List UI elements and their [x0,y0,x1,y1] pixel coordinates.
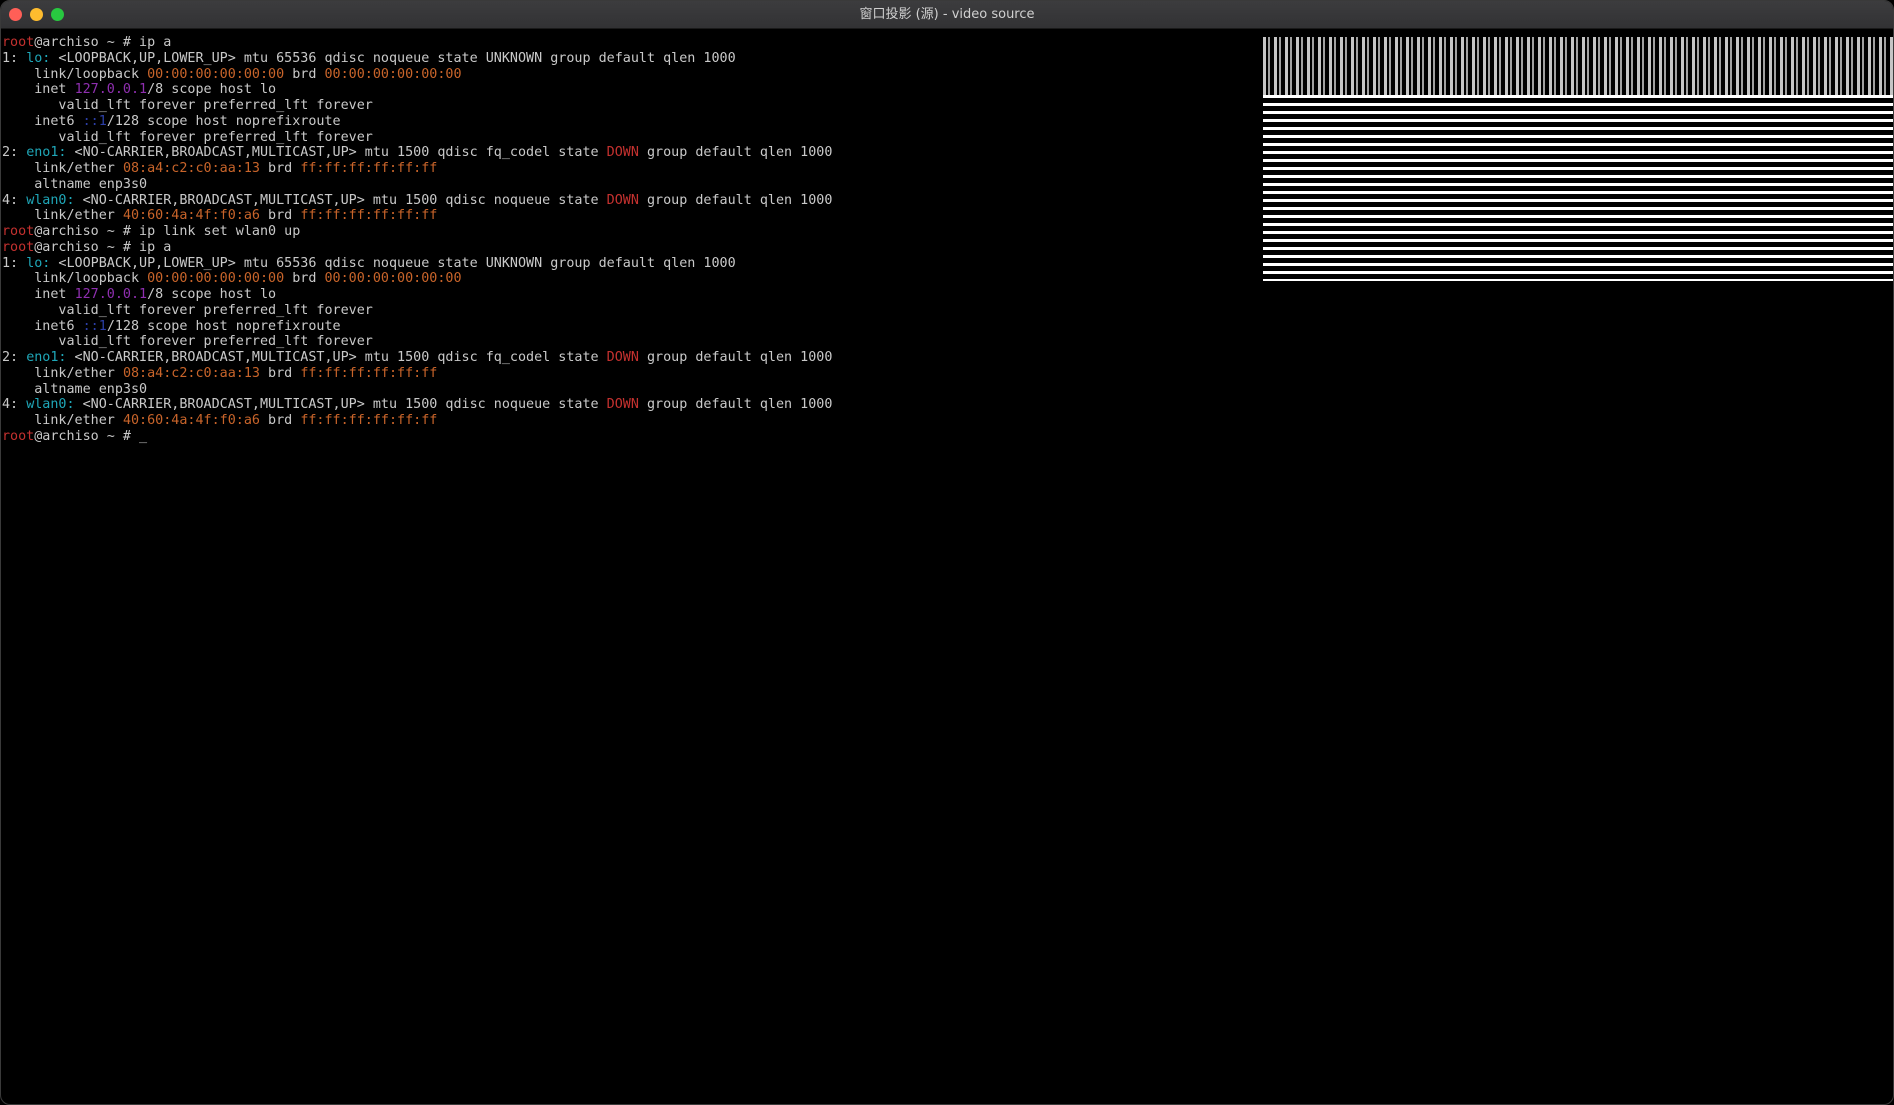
terminal-text: 127.0.0.1 [74,287,148,302]
terminal-text: group default qlen 1000 [638,192,833,208]
terminal-text: 4: [2,192,27,208]
terminal-text: root [2,428,35,444]
terminal-text: brd [284,66,325,82]
terminal-text: ff:ff:ff:ff:ff:ff [300,365,438,381]
window-title: 窗口投影 (源) - video source [859,7,1035,22]
terminal-line: inet6 ::1/128 scope host noprefixroute [2,319,1893,335]
terminal-text: DOWN [606,350,639,365]
terminal-text: /128 scope host noprefixroute [106,318,341,334]
terminal-text: <NO-CARRIER,BROADCAST,MULTICAST,UP> mtu … [74,397,607,413]
terminal-line: altname enp3s0 [2,382,1893,398]
terminal-line: link/ether 40:60:4a:4f:f0:a6 brd ff:ff:f… [2,413,1893,429]
terminal-line: valid_lft forever preferred_lft forever [2,334,1893,350]
terminal-text: eno1: [26,350,67,365]
terminal-text: DOWN [606,192,639,208]
terminal-text: link/ether [2,365,123,381]
terminal-text: valid_lft forever preferred_lft forever [2,334,373,350]
terminal-text: link/ether [2,413,123,428]
terminal-text: <NO-CARRIER,BROADCAST,MULTICAST,UP> mtu … [66,145,607,161]
terminal-text: lo: [26,50,51,66]
terminal-line: link/ether 08:a4:c2:c0:aa:13 brd ff:ff:f… [2,366,1893,382]
terminal-text: link/ether [2,208,123,224]
terminal-text: @archiso ~ # ip link set wlan0 up [34,224,301,239]
title-bar[interactable]: 窗口投影 (源) - video source [1,1,1893,29]
terminal-text: 00:00:00:00:00:00 [147,271,285,287]
terminal-text: <LOOPBACK,UP,LOWER_UP> mtu 65536 qdisc n… [50,255,736,271]
terminal-text: 4: [2,397,27,413]
terminal-text: 2: [2,145,27,161]
terminal-line: inet 127.0.0.1/8 scope host lo [2,287,1893,303]
terminal-line: 4: wlan0: <NO-CARRIER,BROADCAST,MULTICAS… [2,397,1893,413]
terminal-text: 08:a4:c2:c0:aa:13 [122,365,260,381]
terminal-text: ff:ff:ff:ff:ff:ff [300,208,438,224]
terminal-text: @archiso ~ # ip a [34,239,172,255]
preview-scanline-stripes [1263,95,1893,281]
terminal-text: root [2,224,35,239]
terminal-text: /8 scope host lo [147,287,277,302]
video-preview-thumbnail [1263,37,1893,281]
terminal-text: brd [284,271,325,287]
terminal-text: valid_lft forever preferred_lft forever [2,302,373,318]
terminal-text: ::1 [82,113,107,129]
terminal-text: 1: [2,50,27,66]
terminal-text: root [2,35,35,50]
terminal-text: <NO-CARRIER,BROADCAST,MULTICAST,UP> mtu … [74,192,607,208]
terminal-text: root [2,239,35,255]
terminal-text: brd [260,365,301,381]
terminal-text: group default qlen 1000 [638,145,833,161]
terminal-text: ff:ff:ff:ff:ff:ff [300,161,438,176]
terminal-text: 00:00:00:00:00:00 [324,271,462,287]
terminal-text: <NO-CARRIER,BROADCAST,MULTICAST,UP> mtu … [66,350,607,365]
terminal-text: eno1: [26,145,67,161]
terminal-text: 40:60:4a:4f:f0:a6 [122,208,260,224]
terminal-text: valid_lft forever preferred_lft forever [2,98,373,113]
terminal-text: brd [260,413,301,428]
terminal-text: /8 scope host lo [147,82,277,98]
terminal-text: lo: [26,255,51,271]
terminal-text: wlan0: [26,192,75,208]
terminal-text: inet [2,82,75,98]
terminal-text: inet6 [2,113,83,129]
terminal-text: 08:a4:c2:c0:aa:13 [122,161,260,176]
terminal-text: group default qlen 1000 [638,350,833,365]
terminal-text: ff:ff:ff:ff:ff:ff [300,413,438,428]
terminal-text: link/ether [2,161,123,176]
terminal-line: valid_lft forever preferred_lft forever [2,303,1893,319]
terminal-text: 00:00:00:00:00:00 [324,66,462,82]
preview-noise-band [1263,37,1893,95]
terminal-text: inet [2,287,75,302]
terminal-text: /128 scope host noprefixroute [106,113,341,129]
terminal-text: DOWN [606,397,639,413]
terminal-text: brd [260,208,301,224]
terminal-line: root@archiso ~ # _ [2,429,1893,445]
terminal-text: 1: [2,255,27,271]
terminal-text: wlan0: [26,397,75,413]
terminal-text: brd [260,161,301,176]
terminal-text: @archiso ~ # _ [34,428,148,444]
terminal-text: DOWN [606,145,639,161]
terminal-text: 40:60:4a:4f:f0:a6 [122,413,260,428]
terminal-text: link/loopback [2,66,148,82]
terminal-text: ::1 [82,318,107,334]
terminal-text: 00:00:00:00:00:00 [147,66,285,82]
terminal-text: inet6 [2,318,83,334]
terminal-text: 127.0.0.1 [74,82,148,98]
terminal-text: valid_lft forever preferred_lft forever [2,129,373,145]
terminal-text: group default qlen 1000 [638,397,833,413]
terminal-text: <LOOPBACK,UP,LOWER_UP> mtu 65536 qdisc n… [50,50,736,66]
video-source-window: 窗口投影 (源) - video source root@archiso ~ #… [0,0,1894,1105]
terminal-text: altname enp3s0 [2,176,148,192]
terminal-text: 2: [2,350,27,365]
terminal-text: link/loopback [2,271,148,287]
terminal-text: altname enp3s0 [2,381,148,397]
terminal-line: 2: eno1: <NO-CARRIER,BROADCAST,MULTICAST… [2,350,1893,366]
terminal-text: @archiso ~ # ip a [34,35,172,50]
